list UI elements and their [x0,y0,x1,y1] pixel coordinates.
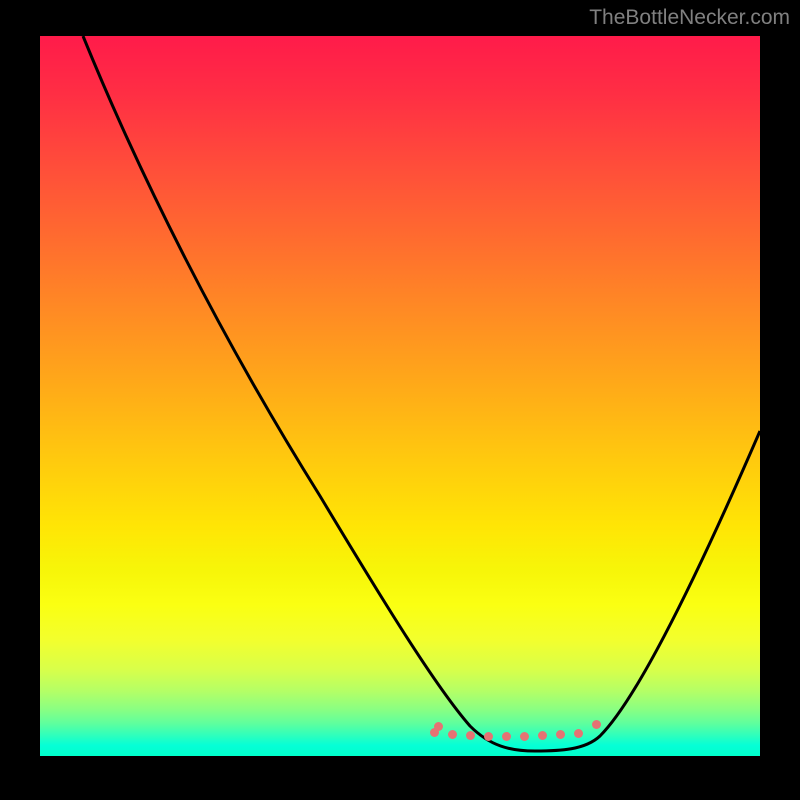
marker-dot [574,729,583,738]
plot-area [40,36,760,756]
marker-segment [430,724,600,738]
bottleneck-curve [40,36,760,756]
marker-dot [520,732,529,741]
marker-dot [434,722,443,731]
marker-dot [448,730,457,739]
marker-dot [484,732,493,741]
marker-dot [592,720,601,729]
marker-dot [538,731,547,740]
marker-dot [502,732,511,741]
marker-dot [556,730,565,739]
marker-dot [466,731,475,740]
watermark-text: TheBottleNecker.com [589,6,790,30]
